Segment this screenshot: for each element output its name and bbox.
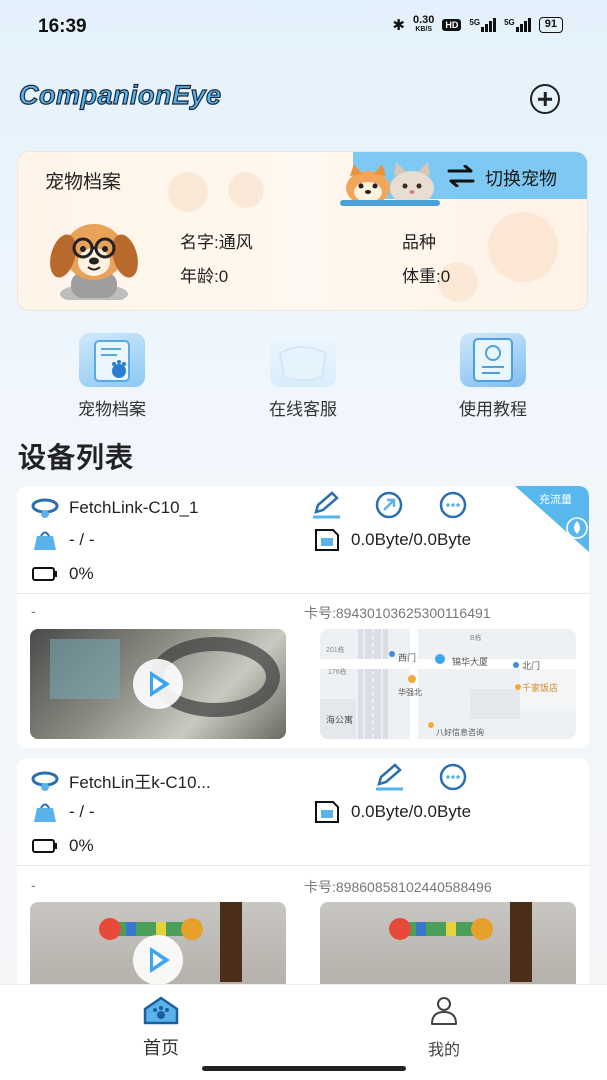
edit-icon[interactable]	[373, 762, 405, 792]
sim-card-number: 卡号:89860858102440588496	[304, 879, 492, 895]
bag-icon	[34, 531, 56, 550]
device-name-row: FetchLin王k-C10...	[31, 768, 211, 793]
pet-weight: 体重:0	[402, 267, 451, 286]
sim-card-icon	[315, 801, 339, 823]
map-label: 北门	[522, 661, 541, 671]
device-list-title: 设备列表	[18, 442, 135, 473]
device-name: FetchLin王k-C10...	[69, 773, 211, 792]
device-battery: 0%	[69, 564, 94, 583]
customer-service-icon	[270, 333, 336, 387]
play-button[interactable]	[133, 935, 183, 985]
map-label: 176栋	[328, 669, 347, 676]
quick-entry-label: 宠物档案	[78, 400, 146, 419]
play-button[interactable]	[133, 659, 183, 709]
pet-name: 名字:通风	[180, 233, 253, 252]
data-usage: 0.0Byte/0.0Byte	[351, 802, 472, 821]
pet-age: 年龄:0	[180, 267, 229, 286]
net-speed: 0.30 KB/S	[412, 14, 435, 34]
tab-home[interactable]: 首页	[101, 995, 221, 1060]
divider	[17, 865, 589, 866]
tab-home-label: 首页	[143, 1038, 179, 1058]
map-label: 海公寓	[326, 715, 354, 725]
video-thumbnail[interactable]	[30, 629, 286, 739]
signal-icon-2: 5G	[504, 18, 531, 32]
device-battery-row: 0%	[31, 834, 94, 858]
device-battery-row: 0%	[31, 562, 94, 586]
quick-entry-label: 使用教程	[459, 400, 527, 419]
status-bar: 16:39 ✱ 0.30 KB/S HD 5G 5G 91	[0, 0, 607, 56]
pet-avatar	[50, 224, 138, 300]
collar-icon	[31, 498, 59, 518]
device-status-text: -	[31, 603, 36, 619]
status-icons: ✱ 0.30 KB/S HD 5G 5G 91	[392, 14, 563, 34]
device-location-row: - / -	[31, 800, 95, 824]
quick-entry-customer-service[interactable]: 在线客服	[233, 333, 373, 420]
status-time: 16:39	[38, 16, 87, 37]
pet-card-title: 宠物档案	[45, 172, 122, 193]
map-label: 千家饭店	[522, 683, 559, 693]
map-label: 锦华大厦	[452, 657, 489, 667]
map-label: 华强北	[398, 688, 422, 697]
map-label: 201栋	[326, 647, 345, 654]
pets-illustration	[340, 162, 440, 206]
more-icon[interactable]	[437, 490, 469, 520]
device-location-row: - / -	[31, 528, 95, 552]
signal-icon: 5G	[469, 18, 497, 32]
collar-icon	[31, 771, 59, 791]
device-card[interactable]: FetchLin王k-C10... - / - 0% 0.0Byte/0.0By…	[17, 758, 589, 998]
map-label: 八好信息咨询	[436, 728, 484, 737]
battery-icon	[32, 567, 57, 581]
profile-icon	[431, 997, 457, 1025]
battery-indicator: 91	[538, 17, 563, 33]
map-label: B栋	[470, 635, 482, 642]
paw-decor	[228, 172, 264, 208]
app-title: CompanionEye	[18, 79, 222, 110]
sim-card-number: 卡号:89430103625300116491	[304, 605, 491, 621]
device-status-text: -	[31, 877, 36, 893]
data-usage-row: 0.0Byte/0.0Byte	[313, 528, 471, 552]
device-card[interactable]: 充流量 FetchLink-C10_1 - / - 0% 0.0Byte/0.0…	[17, 486, 589, 748]
tutorial-icon	[460, 333, 526, 387]
recharge-traffic-label[interactable]: 充流量	[539, 491, 572, 507]
pet-profile-icon	[79, 333, 145, 387]
edit-icon[interactable]	[310, 490, 342, 520]
tab-mine-label: 我的	[427, 1042, 460, 1059]
share-icon[interactable]	[373, 490, 405, 520]
switch-pet-label: 切换宠物	[485, 169, 557, 189]
tab-mine[interactable]: 我的	[384, 995, 504, 1060]
map-label: 西门	[398, 653, 417, 663]
swap-icon	[447, 165, 475, 187]
battery-icon	[32, 839, 57, 853]
divider	[17, 593, 589, 594]
quick-entry-tutorial[interactable]: 使用教程	[423, 333, 563, 420]
pet-profile-card[interactable]: 宠物档案 切换宠物 名字:通风 品种 年龄:0 体重:0	[17, 151, 588, 311]
device-name: FetchLink-C10_1	[69, 498, 199, 517]
device-location: - / -	[69, 530, 95, 549]
home-indicator	[202, 1066, 406, 1071]
more-icon[interactable]	[437, 762, 469, 792]
data-usage: 0.0Byte/0.0Byte	[351, 530, 472, 549]
bag-icon	[34, 803, 56, 822]
device-name-row: FetchLink-C10_1	[31, 496, 198, 520]
sim-card-icon	[315, 529, 339, 551]
location-map[interactable]: 锦华大厦 西门 北门 千家饭店 华强北 海公寓 八好信息咨询 201栋 176栋…	[320, 629, 576, 739]
data-usage-row: 0.0Byte/0.0Byte	[313, 800, 471, 824]
device-battery: 0%	[69, 836, 94, 855]
paw-decor	[168, 172, 208, 212]
quick-entry-pet-profile[interactable]: 宠物档案	[42, 333, 182, 420]
device-location: - / -	[69, 802, 95, 821]
add-device-button[interactable]	[530, 84, 560, 114]
home-icon	[143, 996, 179, 1025]
quick-entry-label: 在线客服	[269, 400, 337, 419]
paw-decor	[488, 212, 558, 282]
hd-badge: HD	[442, 19, 462, 31]
pet-breed: 品种	[402, 233, 436, 252]
bluetooth-icon: ✱	[392, 17, 405, 34]
